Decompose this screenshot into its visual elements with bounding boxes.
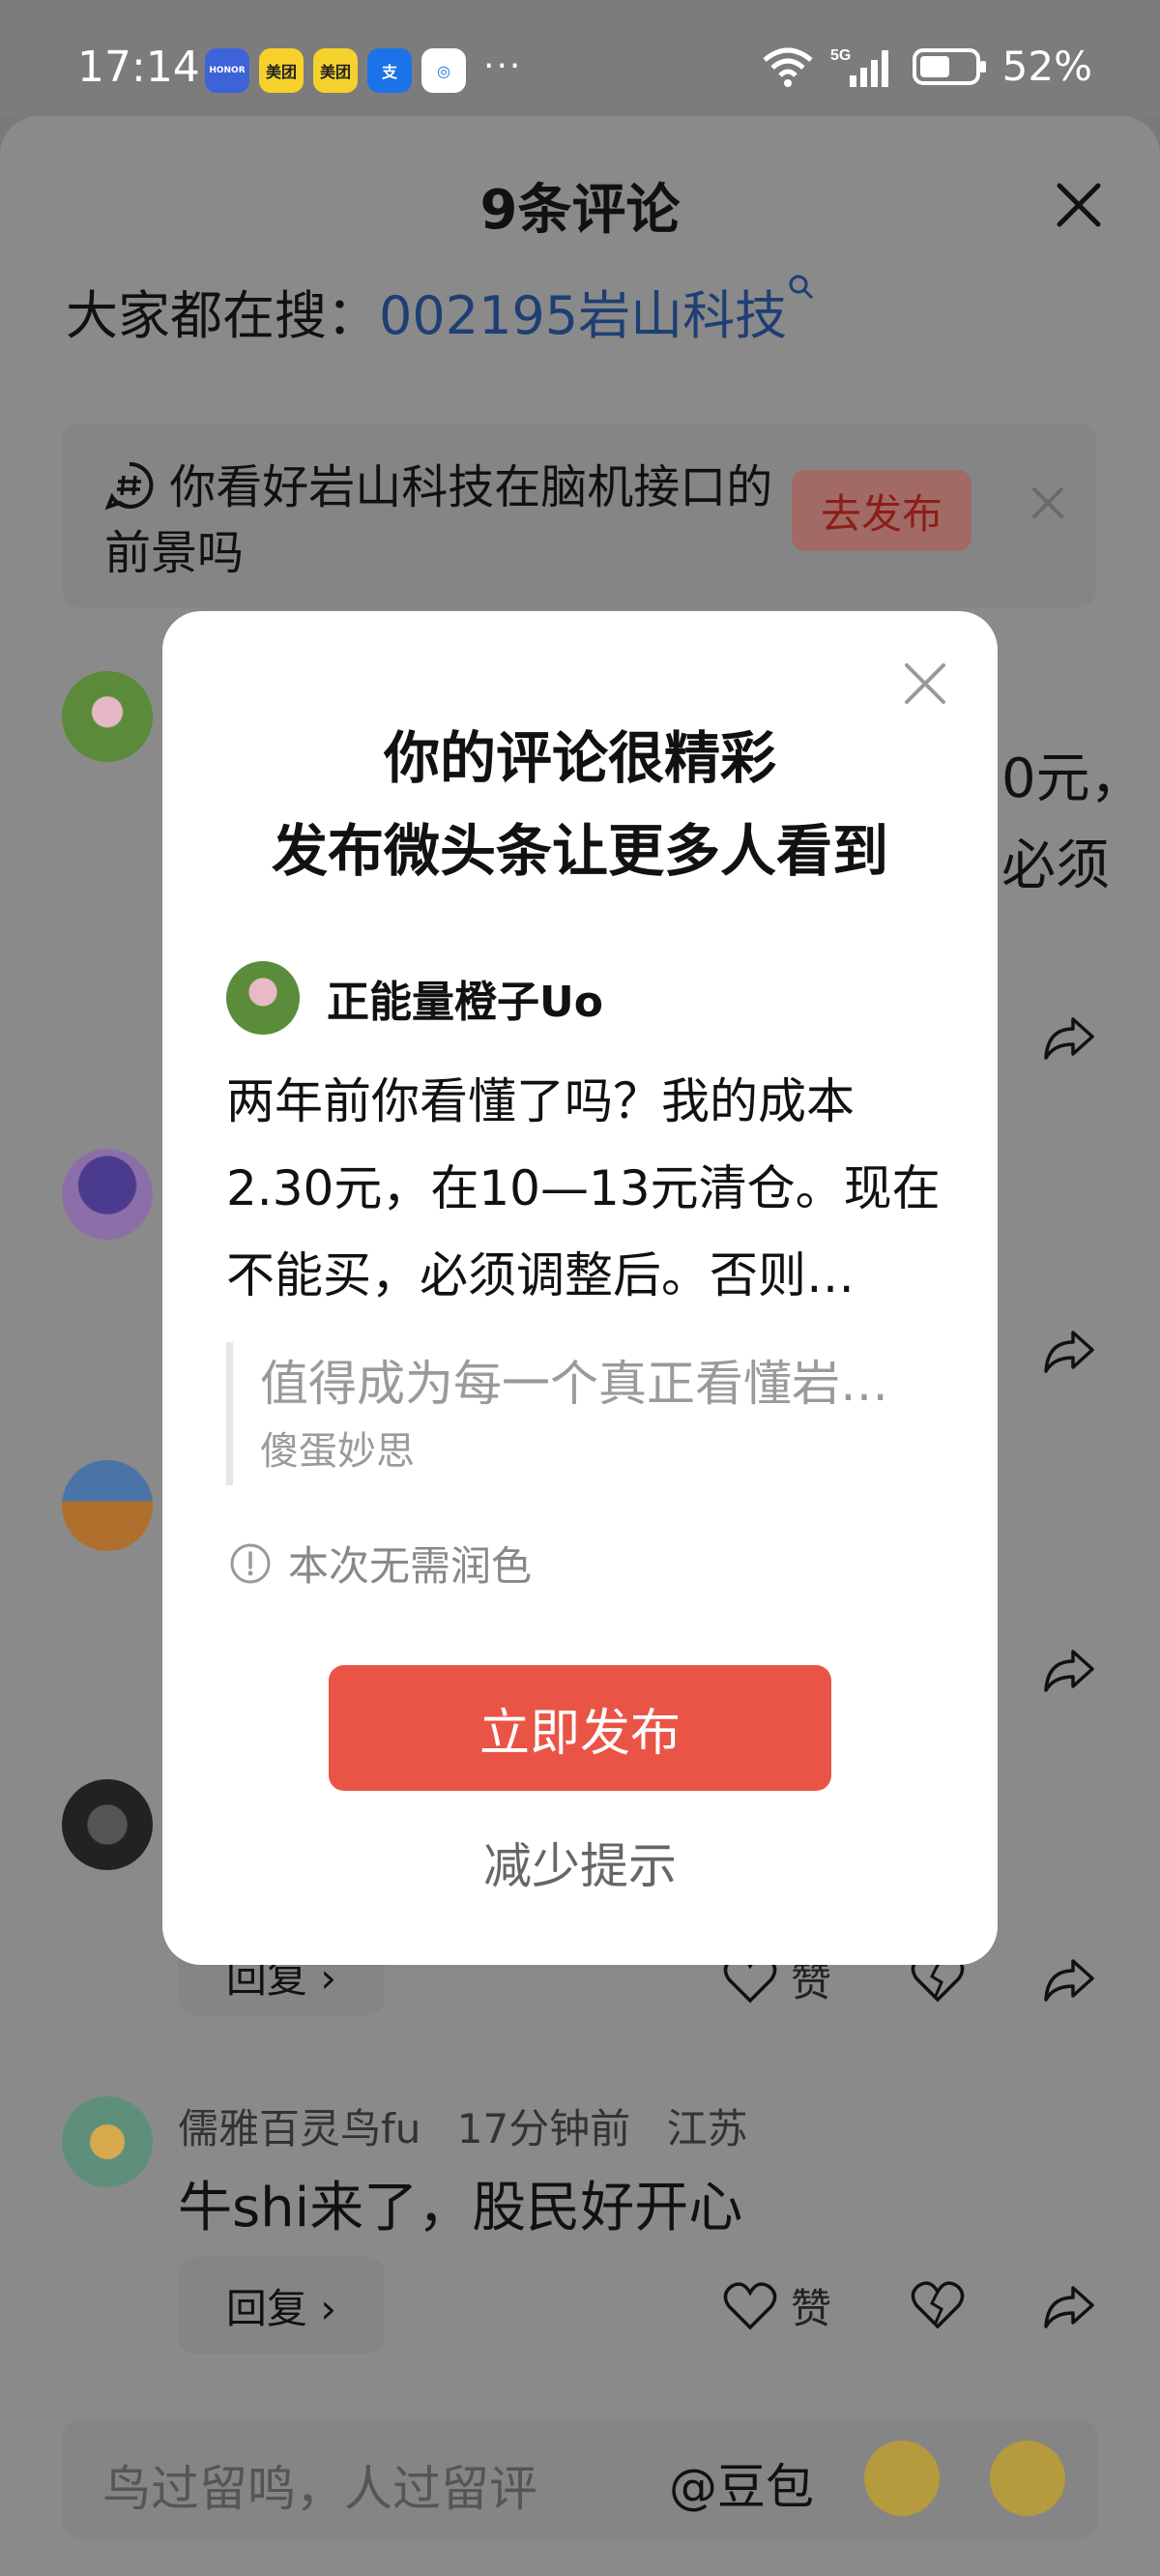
like-button[interactable]: 赞 [721, 2276, 831, 2335]
trending-search-prefix: 大家都在搜： [66, 285, 379, 346]
laugh-emoji-icon[interactable] [864, 2441, 940, 2516]
trending-search[interactable]: 大家都在搜：002195岩山科技 [66, 273, 816, 349]
dislike-icon[interactable] [909, 2276, 967, 2334]
meituan-icon-2: 美团 [313, 48, 358, 93]
dialog-title-line1: 你的评论很精彩 [383, 725, 776, 791]
mention-doubao-button[interactable]: @豆包 [669, 2448, 814, 2518]
comment-text: 牛shi来了，股民好开心 [178, 2177, 743, 2239]
close-icon[interactable] [1052, 178, 1106, 232]
comment-location: 江苏 [666, 2105, 748, 2152]
alipay-icon: 支 [367, 48, 412, 93]
close-icon[interactable] [901, 659, 949, 708]
comment-input[interactable]: 鸟过留鸣，人过留评 @豆包 [62, 2419, 1098, 2539]
notification-icons: HONOR 美团 美团支 ◎ [205, 48, 466, 93]
meituan-icon: 美团 [259, 48, 304, 93]
author-row: 正能量橙子Uo [226, 961, 603, 1035]
publish-prompt-dialog: 你的评论很精彩 发布微头条让更多人看到 正能量橙子Uo 两年前你看懂了吗？我的成… [162, 611, 998, 1965]
comment-meta: 儒雅百灵鸟fu 17分钟前 江苏 [178, 2096, 748, 2155]
dismiss-topic-icon[interactable] [1019, 474, 1077, 532]
trending-search-keyword[interactable]: 002195岩山科技 [379, 285, 787, 346]
polish-note-text: 本次无需润色 [288, 1542, 533, 1590]
quoted-post: 值得成为每一个真正看懂岩… 傻蛋妙思 [226, 1342, 942, 1485]
battery-percent: 52% [1001, 43, 1092, 90]
hashtag-icon [104, 461, 154, 511]
wifi-icon [763, 47, 813, 87]
status-bar: 17:14 HONOR 美团 美团支 ◎ ··· 5G 52% [0, 0, 1160, 116]
avatar[interactable] [62, 2096, 153, 2187]
polish-note: 本次无需润色 [228, 1534, 532, 1593]
avatar[interactable] [62, 671, 153, 762]
tears-of-joy-emoji-icon[interactable] [990, 2441, 1065, 2516]
comment-username[interactable]: 儒雅百灵鸟fu [178, 2105, 420, 2152]
reply-button[interactable]: 回复 › [178, 2257, 385, 2354]
comment-preview: 两年前你看懂了吗？我的成本2.30元，在10—13元清仓。现在不能买，必须调整后… [226, 1073, 941, 1303]
comment-input-placeholder: 鸟过留鸣，人过留评 [102, 2461, 537, 2517]
heart-icon [723, 2281, 777, 2329]
reduce-prompts-button[interactable]: 减少提示 [162, 1828, 998, 1897]
topic-text: 你看好岩山科技在脑机接口的前景吗 [104, 460, 773, 580]
share-icon[interactable] [1040, 2276, 1098, 2334]
dialog-title: 你的评论很精彩 发布微头条让更多人看到 [162, 712, 998, 897]
status-time: 17:14 [77, 43, 200, 92]
battery-icon [912, 47, 986, 85]
avatar[interactable] [62, 1779, 153, 1870]
share-icon[interactable] [1040, 1008, 1098, 1066]
share-icon[interactable] [1040, 1640, 1098, 1698]
honor-icon: HONOR [205, 48, 249, 93]
publish-now-button[interactable]: 立即发布 [329, 1665, 831, 1791]
comment-time: 17分钟前 [456, 2105, 631, 2152]
go-publish-button[interactable]: 去发布 [792, 470, 972, 551]
info-icon [230, 1543, 271, 1583]
signal-icon: 5G [830, 47, 888, 87]
quoted-author: 傻蛋妙思 [260, 1429, 415, 1474]
avatar[interactable] [62, 1149, 153, 1240]
comment-text-fragment: 0元， [1001, 747, 1145, 810]
author-name: 正能量橙子Uo [327, 978, 603, 1027]
comment-text-fragment: 必须 [1001, 834, 1110, 897]
share-icon[interactable] [1040, 1321, 1098, 1379]
like-label: 赞 [791, 2285, 832, 2332]
more-notifications-icon: ··· [483, 46, 523, 86]
network-label: 5G [830, 47, 851, 64]
chat-icon: ◎ [421, 48, 466, 93]
share-icon[interactable] [1040, 1949, 1098, 2007]
avatar [226, 961, 300, 1035]
topic-prompt-card: 你看好岩山科技在脑机接口的前景吗 去发布 [62, 424, 1096, 607]
comment-count-title: 9条评论 [479, 179, 681, 242]
dialog-title-line2: 发布微头条让更多人看到 [271, 818, 888, 884]
avatar[interactable] [62, 1460, 153, 1551]
status-indicators: 5G 52% [759, 43, 1092, 90]
quoted-text: 值得成为每一个真正看懂岩… [260, 1356, 888, 1412]
search-icon [789, 275, 814, 300]
